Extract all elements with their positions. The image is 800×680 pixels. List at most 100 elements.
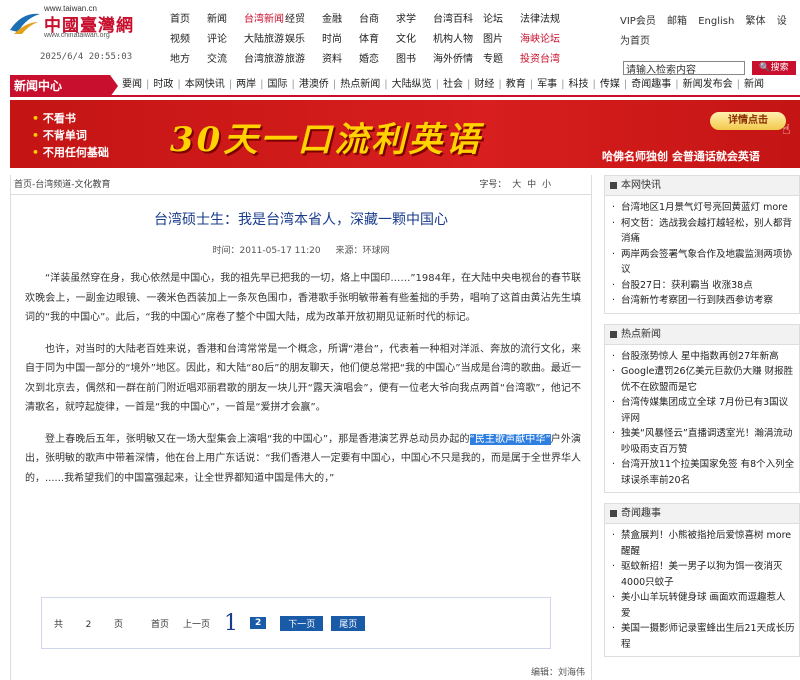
sidebar-news-item[interactable]: 台股27日：获利霸当 收涨38点 xyxy=(611,278,795,294)
nav-link[interactable]: 经贸 xyxy=(285,10,322,30)
pager-next-button[interactable]: 下一页 xyxy=(280,615,324,631)
section-link[interactable]: 国际 xyxy=(268,79,288,90)
nav-link[interactable]: 新闻 xyxy=(207,10,244,30)
nav-link[interactable]: 图片 xyxy=(483,30,520,50)
section-link[interactable]: 两岸 xyxy=(236,79,256,90)
nav-link[interactable]: 娱乐 xyxy=(285,30,322,50)
sidebar-news-item[interactable]: 台湾传媒集团成立全球 7月份已有3国议评网 xyxy=(611,395,795,426)
search-button[interactable]: 🔍搜索 xyxy=(752,61,796,75)
nav-link[interactable]: 法律法规 xyxy=(520,10,570,30)
top-nav-row-2: 视频 评论 大陆旅游 娱乐 时尚 体育 文化 机构人物 图片 海峡论坛 xyxy=(170,30,590,50)
nav-link[interactable]: 台湾旅游 xyxy=(244,50,285,70)
section-link[interactable]: 教育 xyxy=(506,79,526,90)
nav-link[interactable]: 金融 xyxy=(322,10,359,30)
section-link[interactable]: 军事 xyxy=(537,79,557,90)
banner-details-button[interactable]: 详情点击 xyxy=(710,112,786,130)
section-link[interactable]: 新闻发布会 xyxy=(683,79,733,90)
section-link[interactable]: 社会 xyxy=(443,79,463,90)
article-paragraph: 也许，对当时的大陆老百姓来说，香港和台湾常常是一个概念，所谓“港台”，代表着一种… xyxy=(25,343,581,414)
font-size-label: 字号： xyxy=(479,180,507,190)
search-input[interactable] xyxy=(623,61,745,75)
sidebar-news-item[interactable]: 台湾地区1月景气灯号亮回黄蓝灯 more xyxy=(611,200,795,216)
sidebar-box-title[interactable]: 热点新闻 xyxy=(605,324,799,345)
nav-link[interactable]: 投资台湾 xyxy=(520,50,570,70)
sidebar-list: 台股涨势惊人 星中指数再创27年新高Google遭罚26亿美元巨款仍大赚 财报胜… xyxy=(605,345,799,493)
nav-link[interactable]: 求学 xyxy=(396,10,433,30)
current-datetime: 2025/6/4 20:55:03 xyxy=(40,52,133,62)
nav-link[interactable]: 旅游 xyxy=(285,50,322,70)
pager-last-button[interactable]: 尾页 xyxy=(331,615,366,631)
pager-first[interactable]: 首页 xyxy=(151,617,169,630)
nav-link[interactable]: 海外侨情 xyxy=(433,50,483,70)
separator: | xyxy=(467,79,471,90)
section-link[interactable]: 时政 xyxy=(153,79,173,90)
section-link[interactable]: 财经 xyxy=(474,79,494,90)
pager-page-2[interactable]: 2 xyxy=(249,617,267,629)
sidebar-news-item[interactable]: 独美“风暴怪云”直播调透室光！瀚涓流动吵吸雨支百万赞 xyxy=(611,426,795,457)
sidebar-box-title[interactable]: 本网快讯 xyxy=(605,176,799,196)
section-link[interactable]: 传媒 xyxy=(600,79,620,90)
sidebar-news-item[interactable]: 台湾开放11个拉美国家免签 有8个入列全球误杀率前20名 xyxy=(611,457,795,488)
nav-link[interactable]: 文化 xyxy=(396,30,433,50)
nav-link[interactable]: 婚恋 xyxy=(359,50,396,70)
separator: | xyxy=(260,79,264,90)
ad-banner[interactable]: 不看书 不背单词 不用任何基础 30天一口流利英语 详情点击 ☝ 哈佛名师独创 … xyxy=(10,100,800,168)
banner-slogan: 哈佛名师独创 会普通话就会英语 xyxy=(602,150,760,163)
article-meta: 时间：2011-05-17 11:20 来源：环球网 xyxy=(11,243,591,256)
section-link[interactable]: 本网快讯 xyxy=(185,79,225,90)
sidebar-news-item[interactable]: 驱蚊新招！美一男子以狗为饵一夜消灭4000只蚊子 xyxy=(611,559,795,590)
english-link[interactable]: English xyxy=(698,16,734,27)
nav-link[interactable]: 海峡论坛 xyxy=(520,30,570,50)
section-link[interactable]: 港澳侨 xyxy=(299,79,329,90)
nav-link[interactable]: 论坛 xyxy=(483,10,520,30)
article-paragraph: 登上春晚后五年，张明敏又在一场大型集会上演唱“我的中国心”，那是香港演艺界总动员… xyxy=(25,430,581,489)
nav-link[interactable]: 地方 xyxy=(170,50,207,70)
nav-link[interactable]: 台商 xyxy=(359,10,396,30)
nav-link[interactable]: 资料 xyxy=(322,50,359,70)
section-link[interactable]: 要闻 xyxy=(122,79,142,90)
pager-prev[interactable]: 上一页 xyxy=(183,617,210,630)
section-link[interactable]: 科技 xyxy=(569,79,589,90)
breadcrumb-path[interactable]: 首页-台湾频道-文化教育 xyxy=(14,180,111,190)
nav-link[interactable]: 时尚 xyxy=(322,30,359,50)
pager-total: 共 2 页 xyxy=(54,619,123,630)
section-title[interactable]: 新闻中心 xyxy=(10,75,118,97)
vip-link[interactable]: VIP会员 xyxy=(620,16,656,27)
sidebar-news-item[interactable]: 柯文哲：选战我会越打越轻松，别人都背消痛 xyxy=(611,216,795,247)
section-link[interactable]: 新闻 xyxy=(744,79,764,90)
font-size-large[interactable]: 大 xyxy=(512,180,521,190)
mail-link[interactable]: 邮箱 xyxy=(667,16,687,27)
site-logo[interactable]: www.taiwan.cn 中國臺灣網 www.chinataiwan.org xyxy=(8,4,158,40)
sidebar-box-title[interactable]: 奇闻趣事 xyxy=(605,504,799,524)
section-link[interactable]: 大陆纵览 xyxy=(392,79,432,90)
search-button-label: 搜索 xyxy=(770,63,789,73)
nav-link[interactable]: 首页 xyxy=(170,10,207,30)
sidebar-news-item[interactable]: 美国一摄影师记录蜜蜂出生后21天成长历程 xyxy=(611,621,795,652)
nav-link[interactable]: 图书 xyxy=(396,50,433,70)
sidebar-news-item[interactable]: Google遭罚26亿美元巨款仍大赚 财报胜优不在欧盟而是它 xyxy=(611,364,795,395)
sidebar-news-item[interactable]: 台湾新竹考察团一行到陕西参访考察 xyxy=(611,293,795,309)
nav-link[interactable]: 台湾新闻 xyxy=(244,10,285,30)
nav-link[interactable]: 评论 xyxy=(207,30,244,50)
nav-link[interactable]: 大陆旅游 xyxy=(244,30,285,50)
search-box: 🔍搜索 xyxy=(623,61,796,76)
separator: | xyxy=(561,79,565,90)
nav-link[interactable]: 专题 xyxy=(483,50,520,70)
section-link[interactable]: 热点新闻 xyxy=(340,79,380,90)
article-time: 时间：2011-05-17 11:20 xyxy=(212,246,321,256)
sidebar-news-item[interactable]: 台股涨势惊人 星中指数再创27年新高 xyxy=(611,349,795,365)
nav-link[interactable]: 体育 xyxy=(359,30,396,50)
selected-text[interactable]: “民主歌声献中华” xyxy=(469,433,551,445)
pager-current-page: 1 xyxy=(223,610,238,636)
nav-link[interactable]: 视频 xyxy=(170,30,207,50)
traditional-link[interactable]: 繁体 xyxy=(746,16,766,27)
sidebar-news-item[interactable]: 禁盒展判！小熊被指抢后爱惊喜树 more醒醒 xyxy=(611,528,795,559)
font-size-small[interactable]: 小 xyxy=(542,180,551,190)
section-link[interactable]: 奇闻趣事 xyxy=(631,79,671,90)
font-size-medium[interactable]: 中 xyxy=(527,180,536,190)
nav-link[interactable]: 交流 xyxy=(207,50,244,70)
nav-link[interactable]: 机构人物 xyxy=(433,30,483,50)
nav-link[interactable]: 台湾百科 xyxy=(433,10,483,30)
sidebar-news-item[interactable]: 两岸两会签署气象合作及地震监测两项协议 xyxy=(611,247,795,278)
sidebar-news-item[interactable]: 美小山羊玩转健身球 画面欢而逗趣惹人爱 xyxy=(611,590,795,621)
